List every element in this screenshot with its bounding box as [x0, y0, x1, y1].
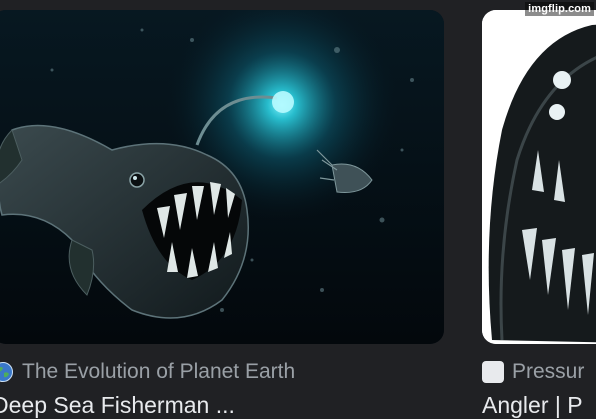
- globe-icon: [0, 361, 14, 383]
- anglerfish-illustration-image[interactable]: [482, 10, 596, 344]
- result-title-link[interactable]: Deep Sea Fisherman ...: [0, 392, 235, 419]
- result-source-text: The Evolution of Planet Earth: [22, 360, 296, 383]
- image-results-strip: The Evolution of Planet Earth Deep Sea F…: [0, 0, 596, 419]
- anglerfish-sketch-svg: [482, 10, 596, 344]
- image-result-card[interactable]: Pressur Angler | P: [482, 0, 596, 419]
- site-icon: [482, 361, 504, 383]
- anglerfish-svg: [0, 10, 444, 344]
- anglerfish-glowing-lure-image[interactable]: [0, 10, 444, 344]
- image-result-card[interactable]: The Evolution of Planet Earth Deep Sea F…: [0, 0, 444, 419]
- imgflip-watermark: imgflip.com: [525, 2, 594, 16]
- result-source-link[interactable]: The Evolution of Planet Earth: [0, 358, 295, 386]
- result-title-link[interactable]: Angler | P: [482, 392, 583, 419]
- result-source-text: Pressur: [512, 360, 585, 383]
- result-source-link[interactable]: Pressur: [482, 358, 584, 386]
